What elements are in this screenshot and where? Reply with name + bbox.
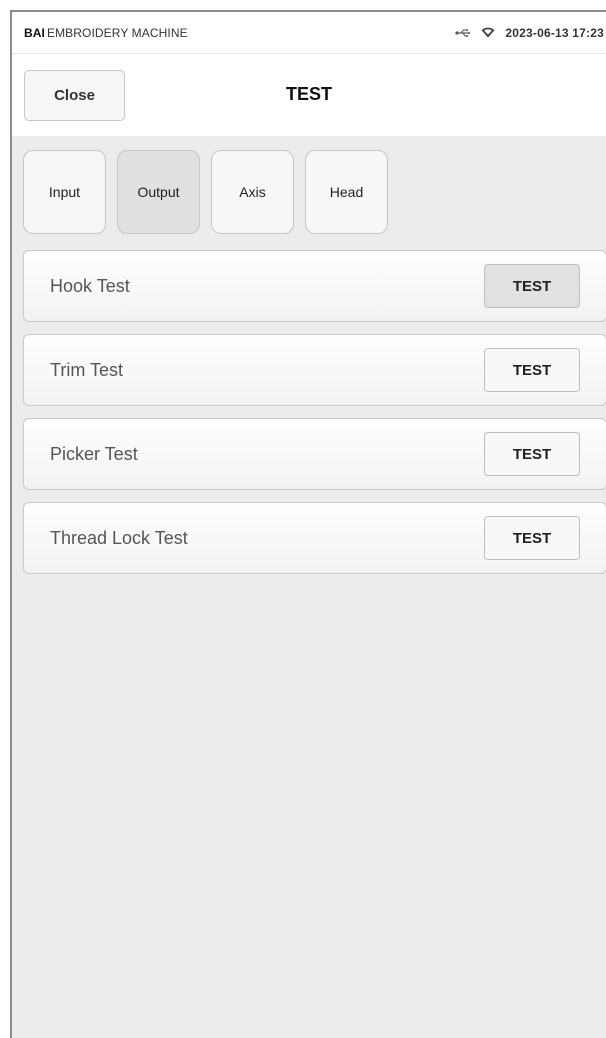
test-label: Hook Test [50, 275, 130, 296]
usb-icon [455, 28, 471, 38]
page-title: TEST [285, 84, 332, 104]
test-label: Trim Test [50, 359, 124, 380]
tab-axis[interactable]: Axis [211, 150, 294, 234]
test-row-trim: Trim Test TEST [23, 334, 606, 406]
status-indicators: 2023-06-13 17:23 [455, 26, 604, 40]
picker-test-button[interactable]: TEST [484, 432, 580, 476]
app-window: BAI EMBROIDERY MACHINE 2023-06-13 17:23 … [10, 10, 606, 1038]
header-bar: Close TEST [12, 54, 606, 136]
test-list: Hook Test TEST Trim Test TEST Picker Tes… [23, 250, 606, 586]
test-row-picker: Picker Test TEST [23, 418, 606, 490]
category-tabs: Input Output Axis Head [23, 150, 388, 234]
tab-output[interactable]: Output [117, 150, 200, 234]
hook-test-button[interactable]: TEST [484, 264, 580, 308]
trim-test-button[interactable]: TEST [484, 348, 580, 392]
test-row-thread-lock: Thread Lock Test TEST [23, 502, 606, 574]
brand-title: BAI EMBROIDERY MACHINE [24, 25, 188, 40]
test-label: Thread Lock Test [50, 527, 188, 548]
wifi-icon [481, 27, 495, 38]
test-label: Picker Test [50, 443, 138, 464]
test-row-hook: Hook Test TEST [23, 250, 606, 322]
tab-input[interactable]: Input [23, 150, 106, 234]
thread-lock-test-button[interactable]: TEST [484, 516, 580, 560]
datetime-readout: 2023-06-13 17:23 [505, 25, 604, 40]
status-bar: BAI EMBROIDERY MACHINE 2023-06-13 17:23 [12, 12, 606, 54]
tab-head[interactable]: Head [305, 150, 388, 234]
